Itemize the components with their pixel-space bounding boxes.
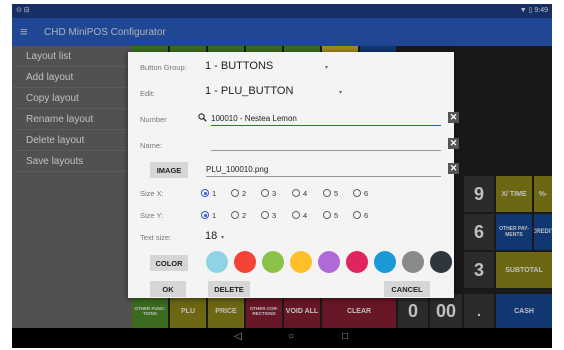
color-swatch-purple[interactable] [318,251,340,273]
button-edit-dialog: Button Group: 1 - BUTTONS ▾ Edit: 1 - PL… [128,52,459,298]
button-group-dropdown[interactable]: 1 - BUTTONS [205,60,273,72]
radio-icon [261,189,269,197]
color-swatch-amber[interactable] [290,251,312,273]
color-swatch-blue[interactable] [374,251,396,273]
button-group-label: Button Group: [140,63,187,72]
size-y-label: Size Y: [140,211,164,220]
size-x-option-3[interactable]: 3 [261,187,276,199]
color-swatch-green[interactable] [262,251,284,273]
color-swatch-charcoal[interactable] [430,251,452,273]
option-label: 1 [212,210,217,220]
option-label: 3 [272,188,277,198]
cancel-button[interactable]: CANCEL [384,281,430,297]
device-screen: ⊙ ⊟ ▼ ▯ 9:49 ≡ CHD MiniPOS Configurator … [12,4,552,348]
color-swatch-light-blue[interactable] [206,251,228,273]
size-x-option-5[interactable]: 5 [323,187,338,199]
number-field[interactable]: 100010 - Nestea Lemon [211,114,297,123]
radio-icon [353,189,361,197]
size-x-label: Size X: [140,189,164,198]
size-x-option-6[interactable]: 6 [353,187,368,199]
chevron-down-icon: ▾ [221,235,225,241]
color-swatch-red[interactable] [234,251,256,273]
option-label: 1 [212,188,217,198]
radio-selected-icon [201,211,209,219]
number-field-underline [211,125,441,126]
radio-icon [323,189,331,197]
number-label: Number [140,115,167,124]
size-y-option-1[interactable]: 1 [201,209,216,221]
option-label: 2 [242,210,247,220]
size-y-option-5[interactable]: 5 [323,209,338,221]
color-swatch-crimson[interactable] [346,251,368,273]
option-label: 6 [364,210,369,220]
radio-icon [231,211,239,219]
option-label: 5 [334,210,339,220]
edit-label: Edit: [140,89,156,98]
size-x-option-1[interactable]: 1 [201,187,216,199]
delete-button[interactable]: DELETE [208,281,250,297]
size-y-option-6[interactable]: 6 [353,209,368,221]
edit-dropdown[interactable]: 1 - PLU_BUTTON [205,85,293,97]
chevron-down-icon: ▾ [339,90,343,96]
size-x-option-4[interactable]: 4 [292,187,307,199]
option-label: 3 [272,210,277,220]
clear-name-button[interactable]: ✕ [448,138,459,149]
text-size-label: Text size: [140,233,172,242]
option-label: 5 [334,188,339,198]
radio-icon [261,211,269,219]
size-y-radio-group: 1 2 3 4 5 6 [201,209,381,221]
search-icon[interactable] [198,113,207,122]
size-x-radio-group: 1 2 3 4 5 6 [201,187,381,199]
image-field[interactable]: PLU_100010.png [206,165,268,174]
text-size-dropdown[interactable]: 18 [205,230,217,242]
size-y-option-4[interactable]: 4 [292,209,307,221]
ok-button[interactable]: OK [150,281,186,297]
chevron-down-icon: ▾ [325,65,329,71]
color-swatch-gray[interactable] [402,251,424,273]
clear-image-button[interactable]: ✕ [448,163,459,174]
option-label: 2 [242,188,247,198]
name-field-underline [211,150,441,151]
option-label: 6 [364,188,369,198]
option-label: 4 [303,210,308,220]
clear-number-button[interactable]: ✕ [448,112,459,123]
size-x-option-2[interactable]: 2 [231,187,246,199]
size-y-option-2[interactable]: 2 [231,209,246,221]
radio-icon [292,211,300,219]
radio-selected-icon [201,189,209,197]
radio-icon [292,189,300,197]
radio-icon [353,211,361,219]
size-y-option-3[interactable]: 3 [261,209,276,221]
image-button[interactable]: IMAGE [150,162,188,178]
radio-icon [231,189,239,197]
color-button[interactable]: COLOR [150,255,188,271]
option-label: 4 [303,188,308,198]
radio-icon [323,211,331,219]
image-field-underline [206,176,441,177]
name-label: Name: [140,141,163,150]
